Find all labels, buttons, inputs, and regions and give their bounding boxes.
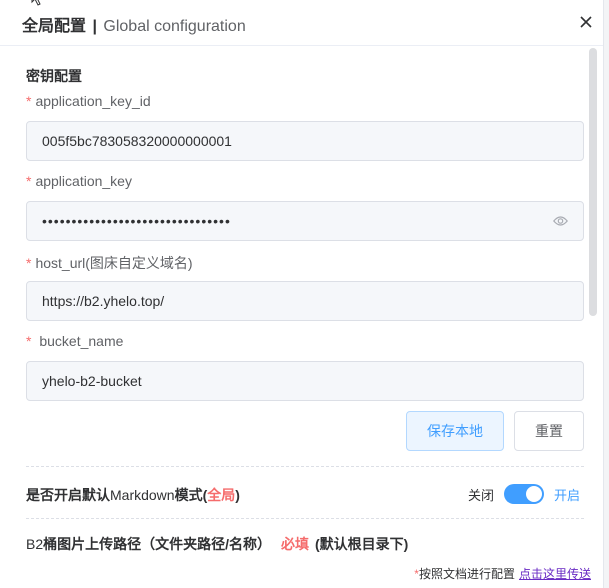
title-separator: | <box>92 18 97 35</box>
label-application-key-id: * application_key_id <box>26 93 151 109</box>
title-en: Global configuration <box>103 18 246 35</box>
close-button[interactable] <box>576 14 596 34</box>
docs-link[interactable]: 点击这里传送 <box>519 567 591 581</box>
host-url-value: https://b2.yhelo.top/ <box>42 293 165 309</box>
required-mark: * <box>26 93 32 109</box>
divider <box>26 518 584 519</box>
label-bucket-name: * bucket_name <box>26 333 124 349</box>
application-key-input[interactable]: •••••••••••••••••••••••••••••••• <box>26 201 584 241</box>
required-mark: * <box>26 333 32 349</box>
markdown-switch-group: 关闭 开启 <box>468 483 580 505</box>
markdown-mode-label: 是否开启默认Markdown模式(全局) <box>26 487 240 503</box>
reset-button[interactable]: 重置 <box>514 411 584 451</box>
mouse-cursor-icon <box>30 0 46 11</box>
label-application-key: * application_key <box>26 173 132 189</box>
b2-upload-path-label: B2桶图片上传路径（文件夹路径/名称） 必填 (默认根目录下) <box>26 536 409 552</box>
bucket-name-value: yhelo-b2-bucket <box>42 373 142 389</box>
required-mark: * <box>26 173 32 189</box>
label-host-url: * host_url(图床自定义域名) <box>26 255 193 271</box>
global-config-dialog: 全局配置 | Global configuration 密钥配置 * applic… <box>0 0 604 588</box>
markdown-toggle[interactable] <box>504 484 545 504</box>
application-key-id-value: 005f5bc783058320000000001 <box>42 133 232 149</box>
dialog-title: 全局配置 | Global configuration <box>22 12 246 36</box>
application-key-value: •••••••••••••••••••••••••••••••• <box>42 213 231 229</box>
application-key-id-input[interactable]: 005f5bc783058320000000001 <box>26 121 584 161</box>
section-title-keys: 密钥配置 <box>26 68 82 84</box>
eye-icon[interactable] <box>552 213 568 229</box>
title-cn: 全局配置 <box>22 18 87 35</box>
close-icon <box>580 15 592 33</box>
switch-on-label[interactable]: 开启 <box>554 485 580 504</box>
required-badge: 必填 <box>281 536 310 552</box>
host-url-input[interactable]: https://b2.yhelo.top/ <box>26 281 584 321</box>
bucket-name-input[interactable]: yhelo-b2-bucket <box>26 361 584 401</box>
dialog-header: 全局配置 | Global configuration <box>0 0 603 46</box>
save-local-button[interactable]: 保存本地 <box>406 411 504 451</box>
footer-note: *按照文档进行配置 点击这里传送 <box>414 567 591 581</box>
required-mark: * <box>26 255 32 271</box>
switch-off-label[interactable]: 关闭 <box>468 485 494 504</box>
toggle-knob <box>526 486 543 502</box>
scrollbar-thumb[interactable] <box>589 48 597 316</box>
divider <box>26 466 584 467</box>
